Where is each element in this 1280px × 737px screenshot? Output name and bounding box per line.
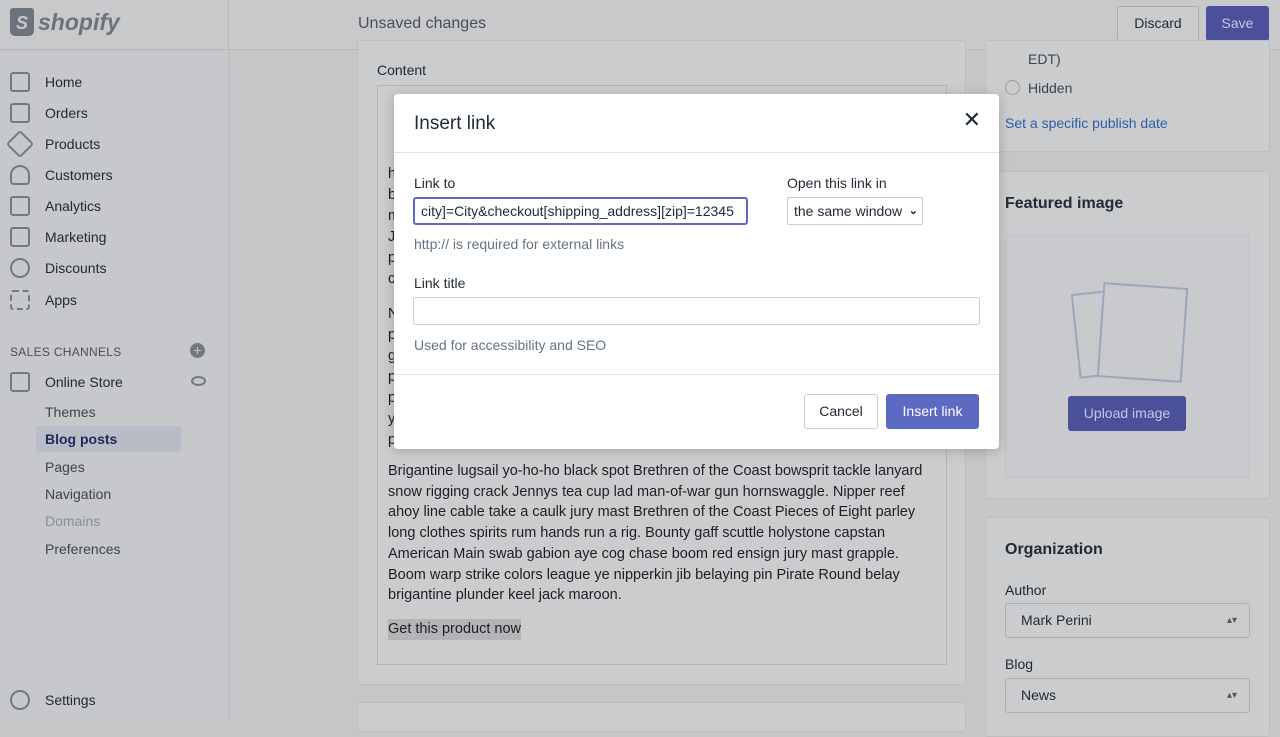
author-select[interactable]: Mark Perini ▴▾ (1005, 603, 1250, 638)
content-label: Content (377, 62, 427, 78)
shopify-logo[interactable]: Sshopify (10, 8, 120, 36)
sidebar-item-orders[interactable]: Orders (0, 98, 228, 128)
hidden-label: Hidden (1028, 80, 1073, 96)
shopify-bag-icon: S (10, 8, 34, 36)
sidebar-item-home[interactable]: Home (0, 67, 228, 97)
link-to-input[interactable]: city]=City&checkout[shipping_address][zi… (413, 197, 748, 225)
modal-title: Insert link (414, 113, 496, 134)
sidebar-item-marketing[interactable]: Marketing (0, 222, 228, 252)
tag-icon (5, 129, 35, 159)
sidebar-item-pages[interactable]: Pages (45, 459, 85, 475)
modal-header: Insert link ✕ (394, 94, 999, 153)
timezone-text: EDT) (1028, 51, 1061, 67)
sidebar-item-settings[interactable]: Settings (0, 685, 228, 715)
save-button[interactable]: Save (1206, 6, 1269, 41)
sidebar-item-navigation[interactable]: Navigation (45, 486, 111, 502)
open-in-value: the same window (794, 203, 903, 219)
apps-icon (10, 290, 30, 310)
image-placeholder-icon (1070, 282, 1189, 383)
bar-chart-icon (10, 196, 30, 216)
discard-button[interactable]: Discard (1117, 6, 1199, 41)
link-to-value: city]=City&checkout[shipping_address][zi… (421, 203, 734, 219)
discount-icon (10, 258, 30, 278)
sidebar-item-products[interactable]: Products (0, 129, 228, 159)
sidebar-item-discounts[interactable]: Discounts (0, 253, 228, 283)
sidebar-item-customers[interactable]: Customers (0, 160, 228, 190)
link-title-input[interactable] (413, 297, 980, 325)
open-in-label: Open this link in (787, 175, 887, 191)
megaphone-icon (10, 227, 30, 247)
link-title-label: Link title (414, 275, 466, 291)
person-icon (10, 165, 30, 185)
sidebar: Home Orders Products Customers Analytics… (0, 51, 228, 720)
blog-label: Blog (1005, 656, 1034, 672)
link-to-label: Link to (414, 175, 456, 191)
sidebar-item-domains[interactable]: Domains (45, 513, 100, 529)
sidebar-item-blog-posts[interactable]: Blog posts (36, 426, 181, 452)
select-arrows-icon: ▴▾ (1226, 615, 1237, 626)
organization-title: Organization (1005, 541, 1103, 558)
featured-image-title: Featured image (1005, 195, 1124, 212)
author-label: Author (1005, 582, 1047, 598)
sidebar-divider (228, 0, 229, 720)
editor-paragraph: Brigantine lugsail yo-ho-ho black spot B… (388, 463, 923, 604)
unsaved-status: Unsaved changes (358, 15, 487, 32)
select-arrows-icon: ▴▾ (1226, 690, 1237, 701)
sidebar-item-themes[interactable]: Themes (45, 404, 96, 420)
orders-icon (10, 103, 30, 123)
set-publish-date-link[interactable]: Set a specific publish date (1005, 115, 1168, 131)
sidebar-item-apps[interactable]: Apps (0, 285, 228, 315)
next-card (357, 702, 966, 732)
open-in-select[interactable]: the same window ⌄ (787, 197, 923, 225)
insert-link-modal: Insert link ✕ Link to city]=City&checkou… (394, 94, 999, 449)
chevron-down-icon: ⌄ (908, 205, 918, 217)
gear-icon (10, 690, 30, 710)
close-icon[interactable]: ✕ (963, 107, 981, 133)
link-to-help: http:// is required for external links (414, 236, 625, 252)
insert-link-button[interactable]: Insert link (886, 394, 979, 429)
author-value: Mark Perini (1021, 612, 1092, 628)
hidden-radio[interactable] (1005, 80, 1020, 95)
store-icon (10, 372, 30, 392)
upload-image-button[interactable]: Upload image (1068, 396, 1186, 431)
blog-value: News (1021, 687, 1057, 703)
home-icon (10, 72, 30, 92)
product-link-text[interactable]: Get this product now (388, 619, 521, 640)
link-title-help: Used for accessibility and SEO (414, 337, 607, 353)
sidebar-item-preferences[interactable]: Preferences (45, 541, 120, 557)
modal-footer-divider (394, 374, 999, 375)
sales-channels-heading: SALES CHANNELS (10, 345, 122, 359)
add-channel-icon[interactable]: + (190, 343, 205, 358)
blog-select[interactable]: News ▴▾ (1005, 678, 1250, 713)
cancel-button[interactable]: Cancel (804, 394, 878, 429)
sidebar-item-analytics[interactable]: Analytics (0, 191, 228, 221)
eye-icon[interactable] (191, 376, 206, 386)
